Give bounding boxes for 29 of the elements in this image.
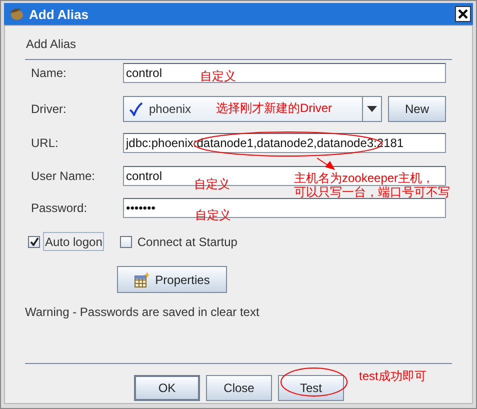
warning-text: Warning - Passwords are saved in clear text: [25, 305, 260, 319]
dialog-button[interactable]: OK: [134, 375, 200, 401]
acorn-icon: [8, 7, 24, 21]
annotation-text: 选择刚才新建的Driver: [216, 101, 332, 115]
annotation-text: 主机名为zookeeper主机，: [294, 171, 434, 185]
field-label: User Name:: [31, 169, 96, 183]
dialog-button[interactable]: Close: [206, 375, 272, 401]
properties-button[interactable]: Properties: [117, 266, 227, 293]
new-button[interactable]: New: [388, 96, 446, 122]
dialog-button[interactable]: Test: [278, 375, 344, 401]
field-label: URL:: [31, 136, 60, 150]
checkmark-icon: [129, 102, 143, 116]
checkbox[interactable]: [28, 236, 40, 248]
caret-icon: [367, 106, 377, 112]
annotation-arrow: [316, 158, 335, 170]
annotation-text: 自定义: [200, 69, 236, 83]
annotation-text: 可以只写一台，端口号可不写: [294, 185, 450, 199]
close-button[interactable]: [455, 6, 471, 22]
checkbox[interactable]: [120, 236, 132, 248]
field-label: Name:: [31, 66, 68, 80]
checkbox-label[interactable]: Auto logon: [43, 232, 104, 251]
checkbox-label[interactable]: Connect at Startup: [135, 232, 240, 251]
annotation-text: test成功即可: [359, 369, 426, 383]
field-label: Password:: [31, 201, 88, 215]
window-title: Add Alias: [29, 6, 90, 22]
highlight-ellipse: [280, 368, 348, 396]
section-heading: Add Alias: [25, 36, 78, 52]
field-label: Driver:: [31, 102, 68, 116]
table-icon: [134, 272, 150, 288]
